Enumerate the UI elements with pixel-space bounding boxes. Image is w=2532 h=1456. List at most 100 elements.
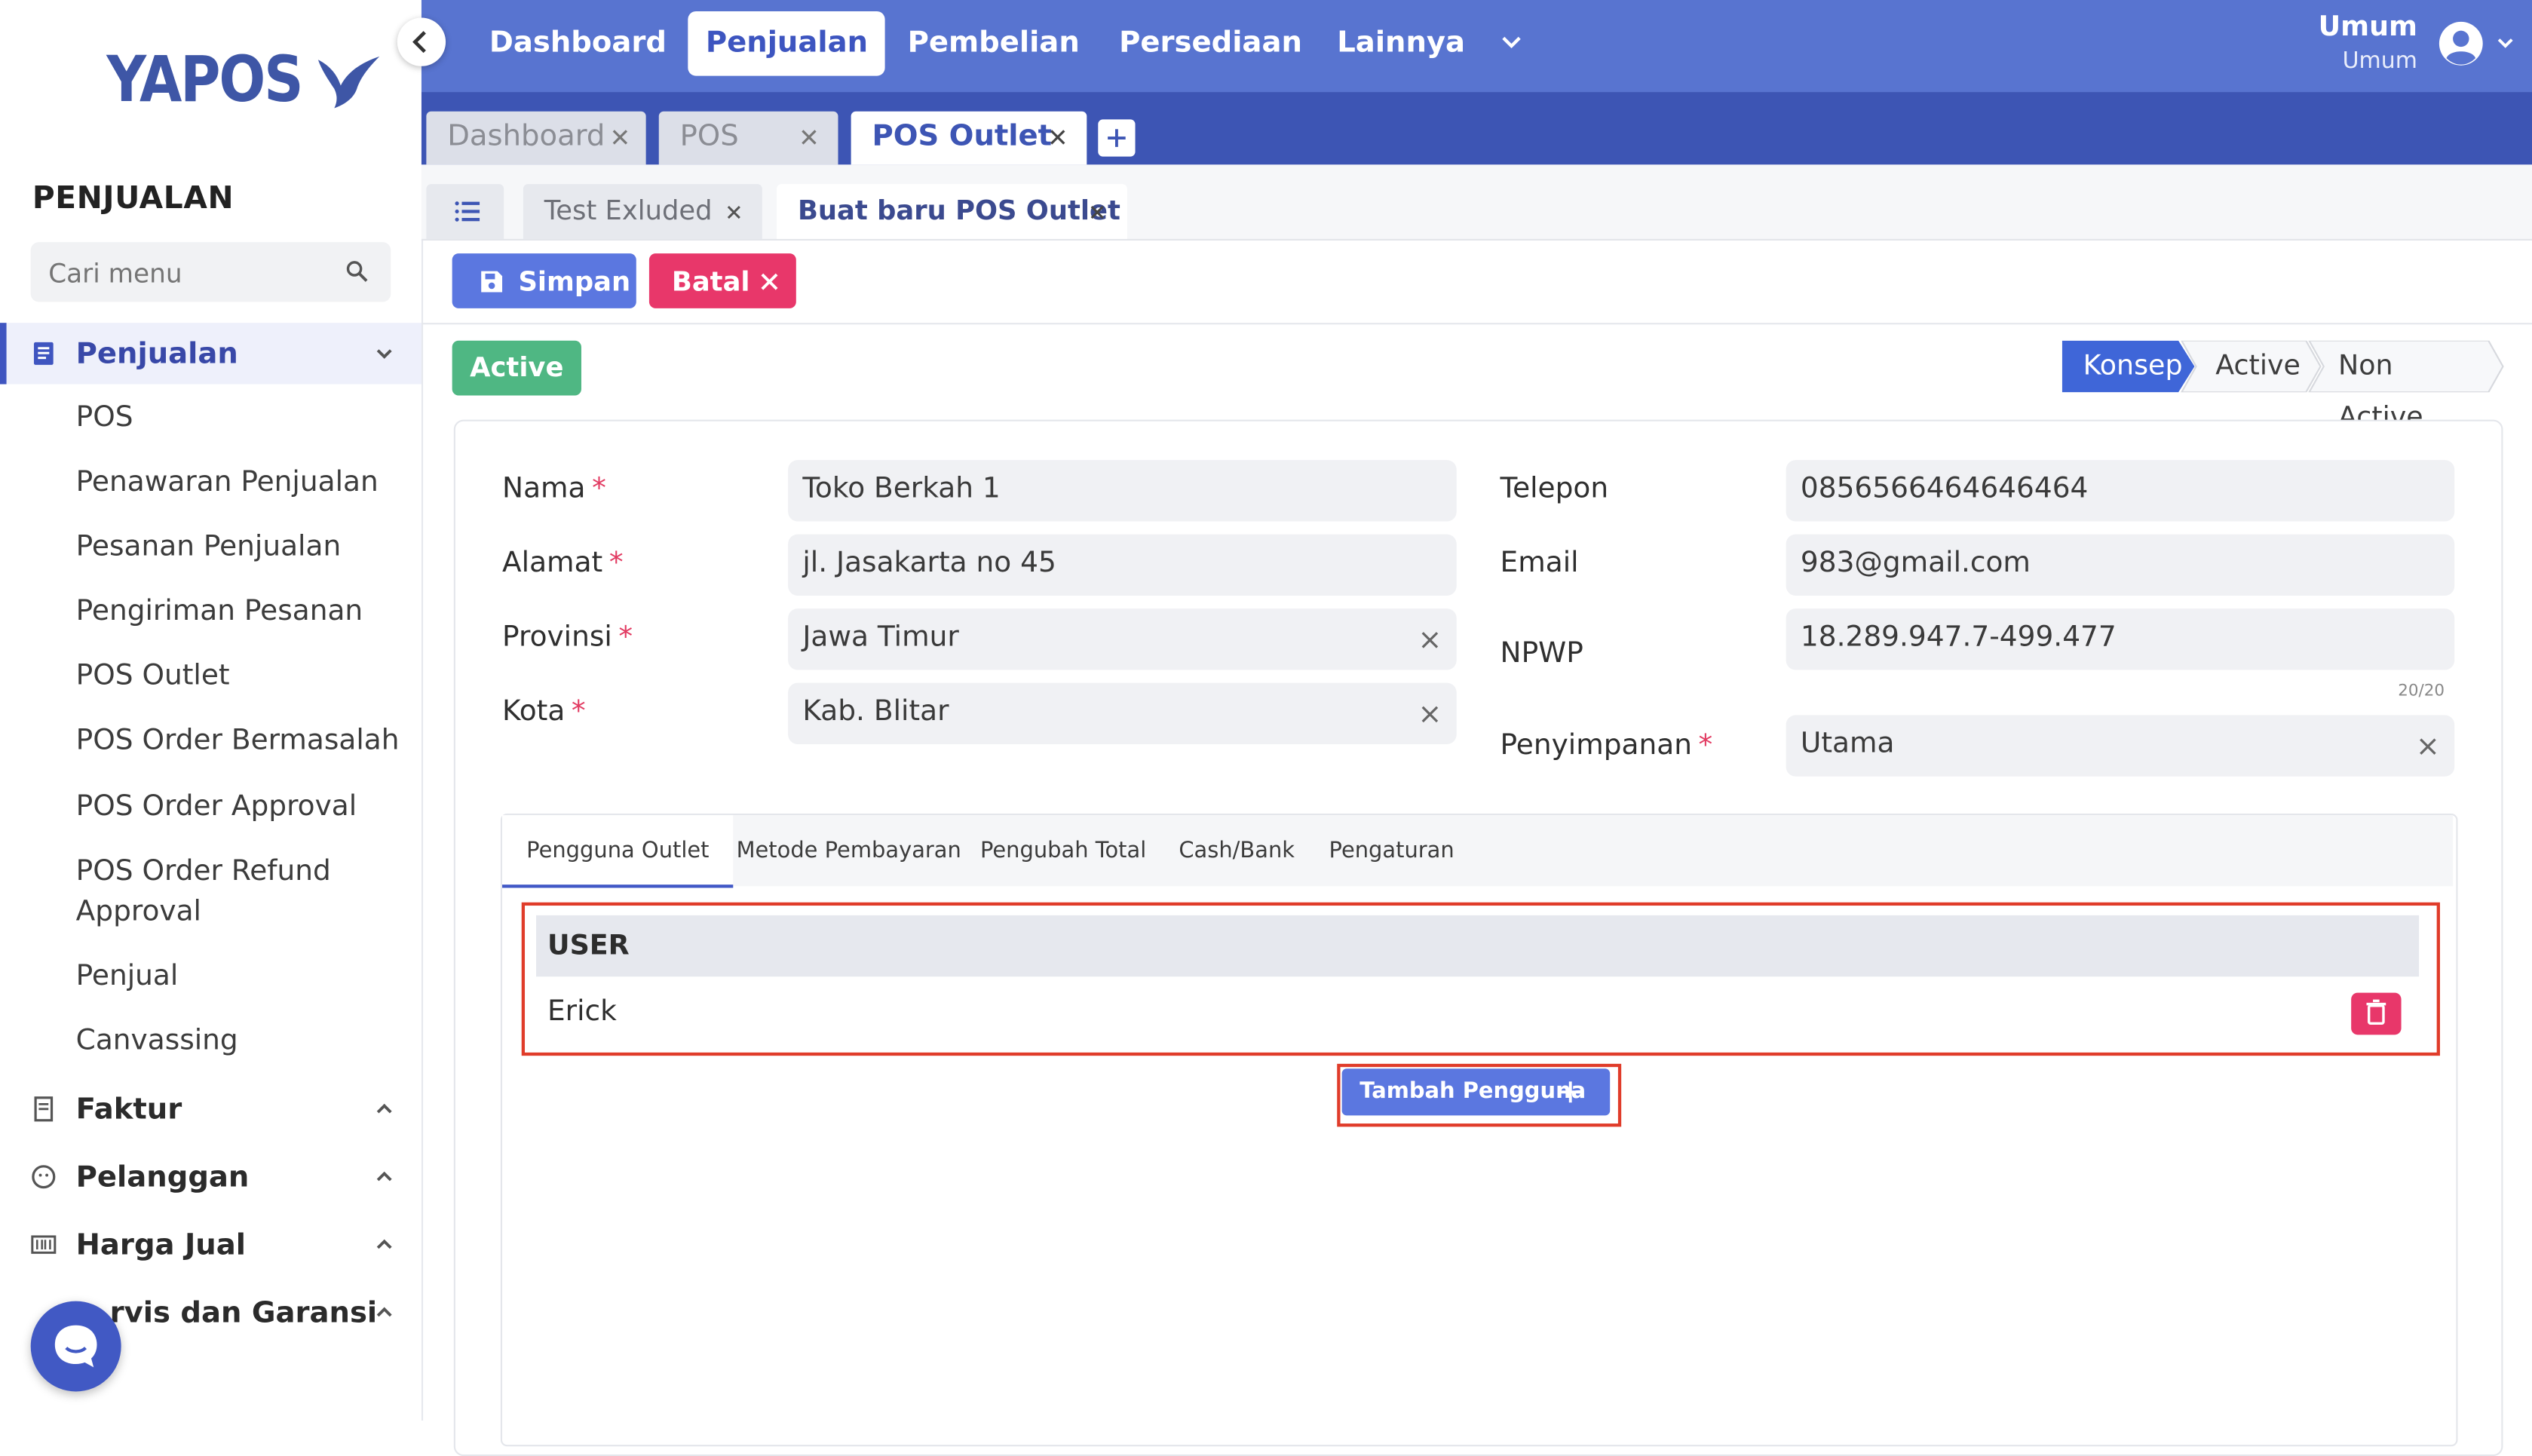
penyimpanan-label: Penyimpanan * bbox=[1500, 729, 1713, 762]
tab-pengubah-total[interactable]: Pengubah Total bbox=[956, 815, 1171, 886]
sidebar-group-label: Harga Jual bbox=[75, 1228, 246, 1262]
sidebar-item-pos-outlet[interactable]: POS Outlet bbox=[76, 657, 407, 697]
user-name[interactable]: Umum bbox=[2319, 11, 2417, 44]
record-tab-test-exluded[interactable]: Test Exluded bbox=[523, 184, 762, 239]
nav-lainnya[interactable]: Lainnya bbox=[1320, 11, 1483, 76]
close-icon[interactable] bbox=[612, 129, 628, 145]
customer-icon bbox=[32, 1165, 56, 1189]
telepon-label: Telepon bbox=[1500, 473, 1609, 506]
chevron-up-icon bbox=[376, 1171, 392, 1182]
status-badge: Active bbox=[452, 340, 581, 396]
record-tab-buat-baru[interactable]: Buat baru POS Outlet bbox=[777, 184, 1127, 239]
window-tab-pos-outlet[interactable]: POS Outlet bbox=[851, 111, 1087, 165]
provinsi-select[interactable]: Jawa Timur bbox=[788, 608, 1457, 670]
nama-field[interactable]: Toko Berkah 1 bbox=[788, 460, 1457, 522]
sidebar-item-pesanan-penjualan[interactable]: Pesanan Penjualan bbox=[76, 528, 407, 569]
tab-pengguna-outlet[interactable]: Pengguna Outlet bbox=[502, 815, 734, 888]
stage-konsep[interactable]: Konsep bbox=[2083, 341, 2183, 393]
close-icon[interactable] bbox=[801, 129, 817, 145]
chevron-down-icon[interactable] bbox=[1501, 31, 1523, 54]
save-button[interactable]: Simpan bbox=[452, 253, 636, 308]
clear-icon[interactable] bbox=[2419, 737, 2437, 756]
npwp-value: 18.289.947.7-499.477 bbox=[1800, 621, 2117, 654]
app-logo[interactable]: YAPOS bbox=[106, 44, 382, 118]
clear-icon[interactable] bbox=[1421, 706, 1439, 724]
sidebar-item-penawaran-penjualan[interactable]: Penawaran Penjualan bbox=[76, 463, 407, 504]
plus-icon bbox=[1559, 1081, 1581, 1103]
nav-persediaan[interactable]: Persediaan bbox=[1102, 11, 1320, 76]
tab-pengaturan[interactable]: Pengaturan bbox=[1304, 815, 1478, 886]
user-column-header: USER bbox=[547, 930, 630, 962]
nama-label: Nama * bbox=[502, 473, 606, 506]
alamat-label: Alamat * bbox=[502, 547, 624, 580]
sidebar-item-pengiriman-pesanan[interactable]: Pengiriman Pesanan bbox=[76, 593, 407, 633]
list-view-button[interactable] bbox=[426, 184, 504, 239]
sidebar-group-penjualan[interactable]: Penjualan bbox=[0, 323, 421, 385]
tab-cash-bank[interactable]: Cash/Bank bbox=[1154, 815, 1319, 886]
sidebar-item-pos-order-refund-approval[interactable]: POS Order Refund Approval bbox=[76, 852, 351, 933]
sidebar-collapse-button[interactable] bbox=[397, 17, 446, 66]
window-tab-label: Dashboard bbox=[447, 119, 605, 154]
user-avatar-icon[interactable] bbox=[2439, 21, 2484, 66]
stage-non-active[interactable]: Non Active bbox=[2338, 341, 2423, 434]
sidebar-group-pelanggan[interactable]: Pelanggan bbox=[0, 1146, 421, 1207]
chat-widget-button[interactable] bbox=[30, 1301, 121, 1392]
npwp-field[interactable]: 18.289.947.7-499.477 bbox=[1786, 608, 2455, 670]
trash-icon bbox=[2366, 999, 2386, 1025]
delete-user-button[interactable] bbox=[2351, 992, 2402, 1035]
chevron-down-icon[interactable] bbox=[2497, 34, 2515, 52]
chevron-up-icon bbox=[376, 1239, 392, 1249]
sidebar-item-pos-order-approval[interactable]: POS Order Approval bbox=[76, 788, 407, 829]
email-value: 983@gmail.com bbox=[1800, 547, 2031, 580]
close-icon[interactable] bbox=[727, 205, 741, 219]
chat-icon bbox=[54, 1325, 97, 1368]
nav-pembelian[interactable]: Pembelian bbox=[890, 11, 1097, 76]
add-tab-button[interactable] bbox=[1098, 119, 1136, 157]
users-table-header: USER bbox=[536, 915, 2420, 977]
provinsi-value: Jawa Timur bbox=[802, 621, 959, 654]
alamat-value: jl. Jasakarta no 45 bbox=[802, 547, 1056, 580]
stage-active[interactable]: Active bbox=[2215, 341, 2301, 393]
add-user-button[interactable]: Tambah Pengguna bbox=[1341, 1068, 1611, 1116]
chevron-left-icon bbox=[412, 31, 426, 54]
sidebar-search-input[interactable] bbox=[44, 242, 343, 305]
save-button-label: Simpan bbox=[518, 265, 631, 296]
sidebar-group-harga-jual[interactable]: Harga Jual bbox=[0, 1214, 421, 1275]
email-field[interactable]: 983@gmail.com bbox=[1786, 534, 2455, 596]
nama-value: Toko Berkah 1 bbox=[802, 473, 1001, 506]
penyimpanan-value: Utama bbox=[1800, 728, 1895, 761]
sidebar-group-faktur[interactable]: Faktur bbox=[0, 1078, 421, 1139]
window-tab-strip: Dashboard POS POS Outlet bbox=[421, 92, 2532, 165]
window-tab-dashboard[interactable]: Dashboard bbox=[426, 111, 646, 165]
user-role: Umum bbox=[2342, 48, 2417, 75]
toolbar-divider bbox=[421, 323, 2532, 325]
search-icon[interactable] bbox=[345, 260, 368, 283]
chevron-up-icon bbox=[376, 1307, 392, 1317]
chevron-down-icon bbox=[376, 349, 392, 359]
bird-logo-icon bbox=[317, 56, 380, 109]
window-tab-pos[interactable]: POS bbox=[658, 111, 838, 165]
sidebar-item-pos[interactable]: POS bbox=[76, 399, 407, 440]
barcode-icon bbox=[31, 1235, 57, 1254]
nav-dashboard[interactable]: Dashboard bbox=[471, 11, 684, 76]
alamat-field[interactable]: jl. Jasakarta no 45 bbox=[788, 534, 1457, 596]
close-icon[interactable] bbox=[1090, 205, 1105, 219]
record-tab-bar: Test Exluded Buat baru POS Outlet bbox=[421, 164, 2532, 241]
sidebar-search[interactable] bbox=[30, 242, 391, 305]
cancel-button-label: Batal bbox=[671, 265, 750, 296]
record-tab-label: Buat baru POS Outlet bbox=[797, 195, 1120, 226]
close-icon[interactable] bbox=[1050, 129, 1065, 145]
nav-penjualan[interactable]: Penjualan bbox=[688, 11, 886, 76]
npwp-label: NPWP bbox=[1500, 637, 1583, 670]
penyimpanan-select[interactable]: Utama bbox=[1786, 715, 2455, 777]
kota-select[interactable]: Kab. Blitar bbox=[788, 682, 1457, 744]
sidebar-item-canvassing[interactable]: Canvassing bbox=[76, 1022, 407, 1062]
sidebar-item-penjual[interactable]: Penjual bbox=[76, 958, 407, 998]
cancel-button[interactable]: Batal bbox=[648, 253, 796, 308]
chevron-up-icon bbox=[376, 1103, 392, 1114]
clear-icon[interactable] bbox=[1421, 631, 1439, 649]
telepon-field[interactable]: 0856566464646464 bbox=[1786, 460, 2455, 522]
sidebar-item-pos-order-bermasalah[interactable]: POS Order Bermasalah bbox=[76, 722, 407, 762]
list-icon bbox=[455, 201, 480, 222]
tab-metode-pembayaran[interactable]: Metode Pembayaran bbox=[712, 815, 986, 886]
